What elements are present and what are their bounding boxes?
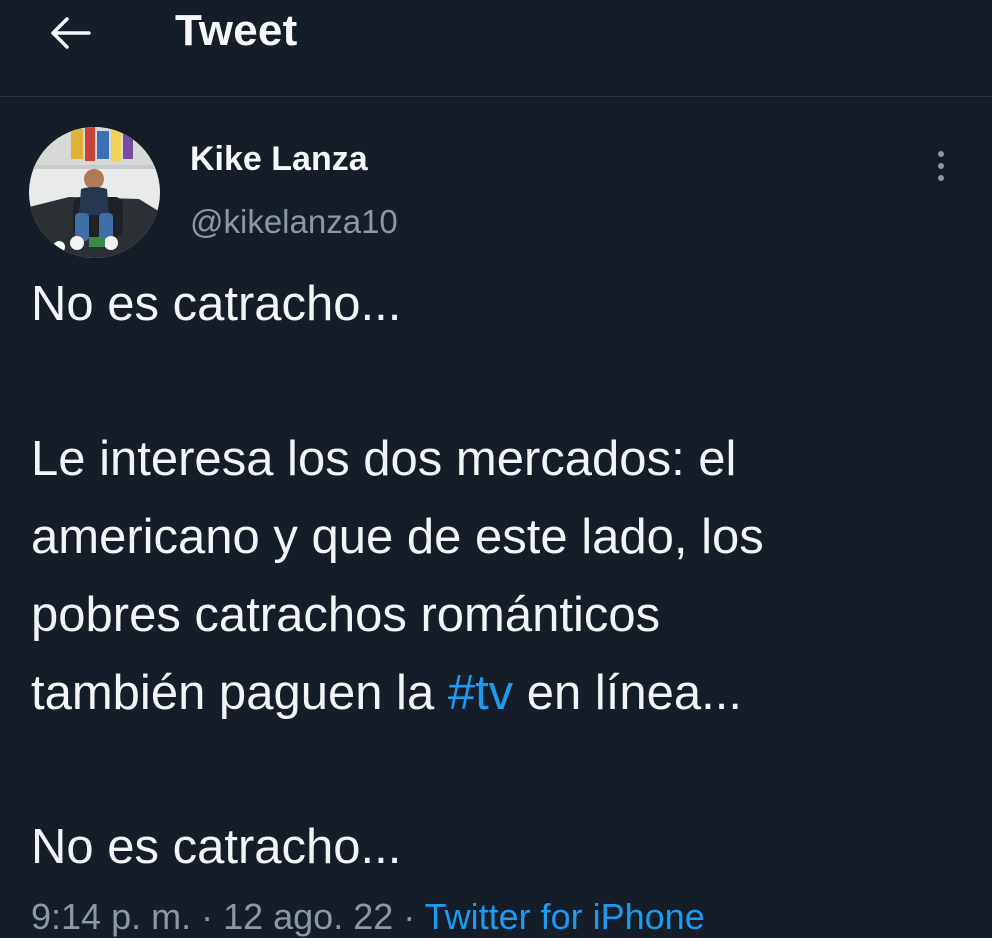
author-handle[interactable]: @kikelanza10 (190, 203, 398, 241)
tweet-text-segment: también paguen la (31, 666, 448, 720)
meta-separator: · (393, 896, 425, 937)
tweet-source-link[interactable]: Twitter for iPhone (425, 896, 705, 937)
tweet-meta: 9:14 p. m. · 12 ago. 22 · Twitter for iP… (31, 896, 705, 938)
meta-separator: · (191, 896, 224, 937)
arrow-left-icon (51, 17, 91, 49)
more-vertical-icon (938, 151, 944, 157)
top-bar: Tweet (0, 0, 992, 97)
tweet-line: No es catracho... (31, 277, 402, 331)
tweet-line: pobres catrachos románticos (31, 588, 661, 642)
tweet-line: Le interesa los dos mercados: el (31, 432, 737, 486)
tweet-line: No es catracho... (31, 820, 402, 874)
tweet-line: americano y que de este lado, los (31, 510, 764, 564)
tweet-time: 9:14 p. m. (31, 896, 192, 937)
tweet-line: también paguen la #tv en línea... (31, 665, 742, 721)
profile-photo (29, 127, 160, 258)
avatar[interactable] (29, 127, 160, 258)
page-title: Tweet (175, 6, 298, 55)
author-display-name[interactable]: Kike Lanza (190, 140, 368, 179)
hashtag-link[interactable]: #tv (448, 666, 513, 720)
more-vertical-icon (938, 175, 944, 181)
tweet-text-segment: en línea... (513, 666, 743, 720)
back-button[interactable] (44, 10, 96, 56)
tweet-date: 12 ago. 22 (223, 896, 394, 937)
more-vertical-icon (938, 163, 944, 169)
more-options-button[interactable] (926, 144, 956, 188)
